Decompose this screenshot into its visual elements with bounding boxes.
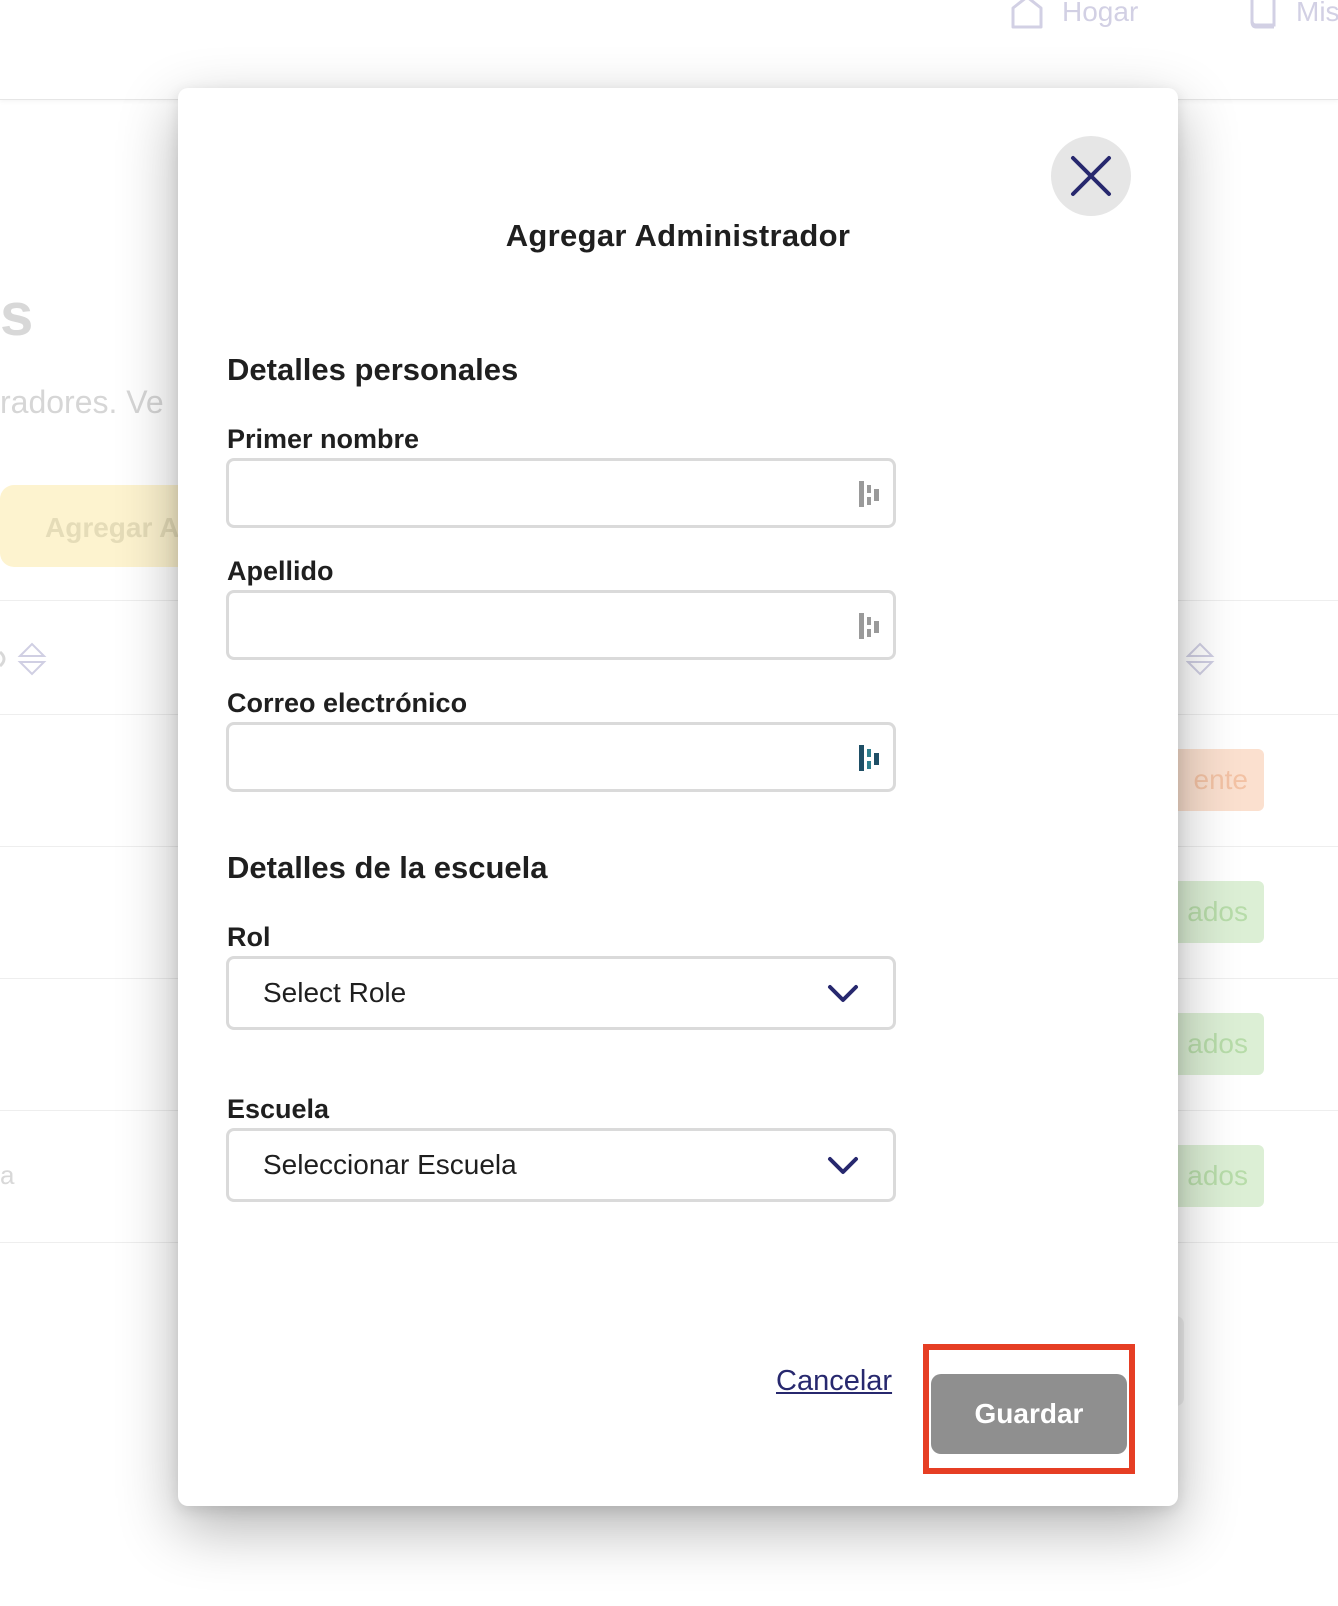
autofill-icon[interactable] — [857, 479, 883, 509]
chevron-down-icon — [828, 1157, 858, 1174]
first-name-label: Primer nombre — [227, 424, 420, 454]
status-badge-label: ados — [1187, 1028, 1248, 1059]
cancel-link[interactable]: Cancelar — [776, 1365, 892, 1398]
modal-title: Agregar Administrador — [505, 218, 851, 253]
first-name-field[interactable] — [226, 458, 896, 528]
autofill-icon[interactable] — [857, 611, 883, 641]
book-icon — [1250, 0, 1276, 29]
status-badge-label: ente — [1193, 764, 1249, 795]
email-label: Correo electrónico — [227, 688, 468, 718]
personal-details-heading: Detalles personales — [227, 352, 519, 387]
add-admin-modal: Agregar Administrador Detalles personale… — [178, 88, 1178, 1506]
nav-item-home[interactable]: Hogar — [1010, 0, 1138, 30]
save-button[interactable]: Guardar — [931, 1374, 1127, 1454]
background-add-admin-label: Agregar A — [45, 512, 180, 543]
role-select-value: Select Role — [263, 977, 407, 1008]
chevron-down-icon — [828, 985, 858, 1002]
top-navigation-bar: Hogar Mis — [0, 0, 1338, 100]
school-details-heading: Detalles de la escuela — [227, 850, 548, 885]
school-select[interactable]: Seleccionar Escuela — [226, 1128, 896, 1202]
status-badge-label: ados — [1187, 1160, 1248, 1191]
close-button[interactable] — [1051, 136, 1131, 216]
role-select[interactable]: Select Role — [226, 956, 896, 1030]
home-icon — [1011, 0, 1043, 29]
nav-home-label: Hogar — [1062, 0, 1139, 27]
sort-icon — [1186, 642, 1215, 676]
nav-item-mis[interactable]: Mis — [1248, 0, 1338, 30]
close-x-icon — [1071, 156, 1111, 196]
background-page-title: s — [0, 281, 34, 348]
email-field[interactable] — [226, 722, 896, 792]
autofill-icon[interactable] — [857, 743, 883, 773]
last-name-field[interactable] — [226, 590, 896, 660]
sort-icon — [0, 642, 47, 676]
school-label: Escuela — [227, 1094, 330, 1124]
background-row-text: a — [0, 1160, 15, 1190]
role-label: Rol — [227, 922, 271, 952]
background-page-subtitle: radores. Ve — [0, 384, 164, 420]
nav-mis-label: Mis — [1296, 0, 1338, 27]
background-add-admin-button: Agregar A — [0, 485, 200, 567]
school-select-value: Seleccionar Escuela — [263, 1149, 517, 1180]
last-name-label: Apellido — [227, 556, 334, 586]
status-badge-label: ados — [1187, 896, 1248, 927]
